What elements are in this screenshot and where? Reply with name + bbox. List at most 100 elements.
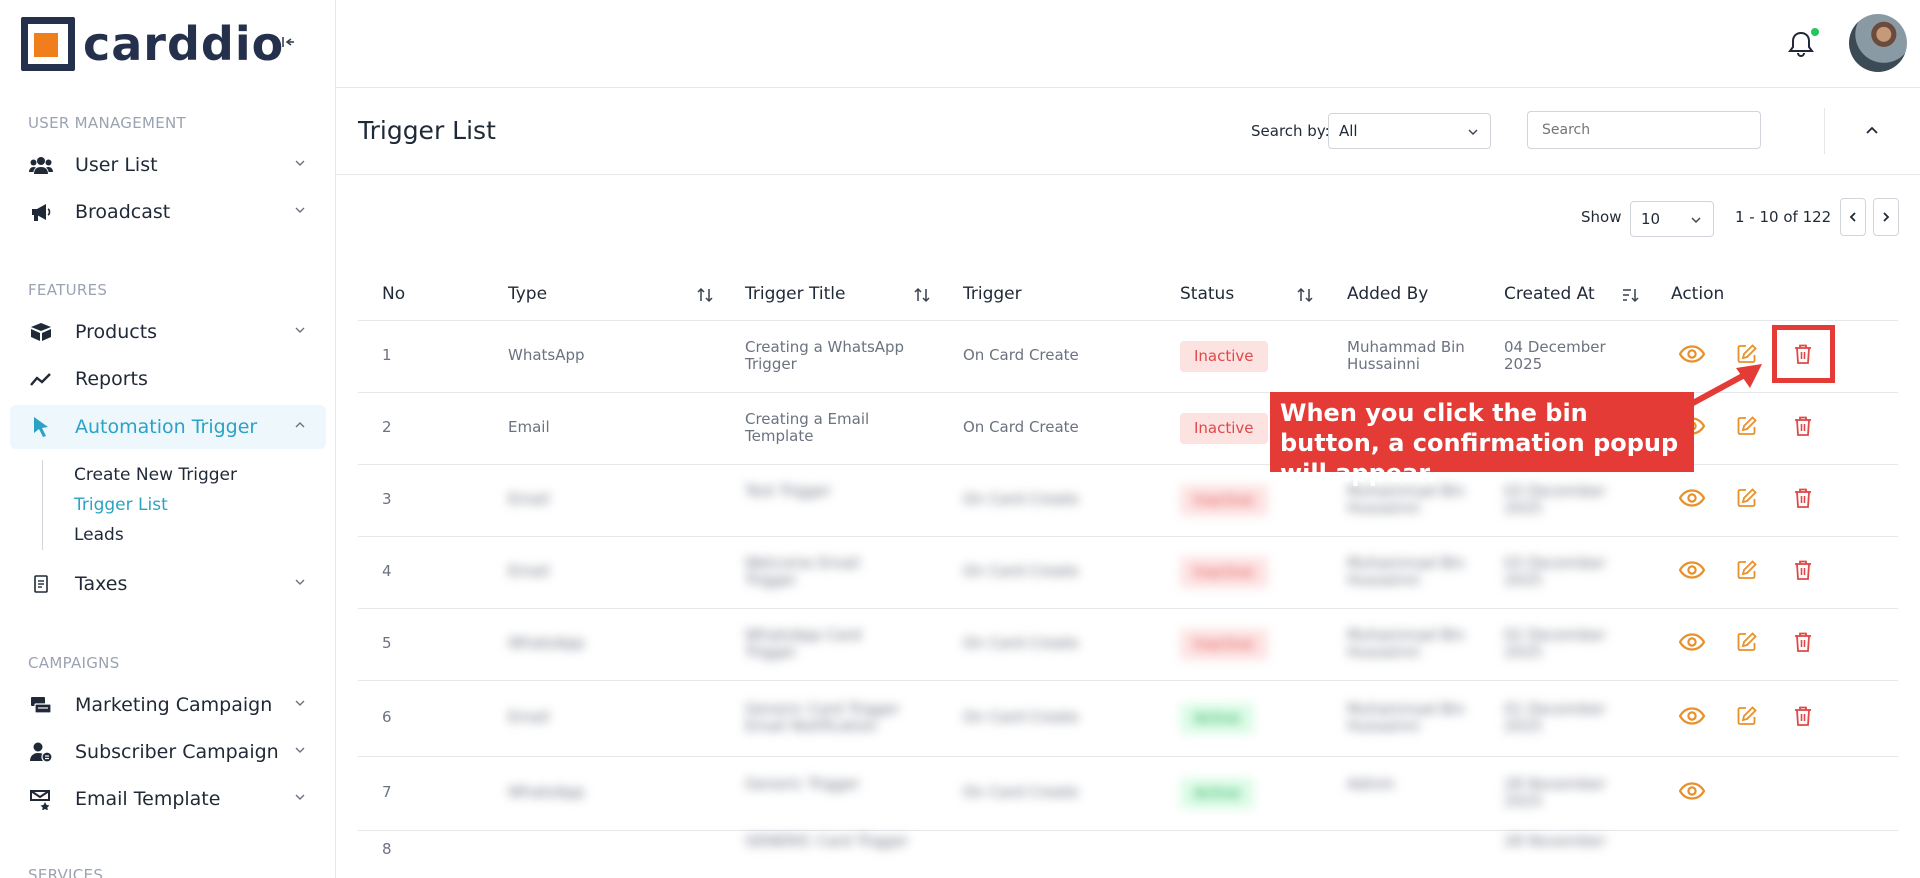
sidebar-item-products[interactable]: Products — [10, 310, 326, 354]
edit-icon — [1736, 631, 1758, 657]
receipt-icon — [28, 573, 54, 595]
status-badge: Inactive — [1180, 557, 1268, 588]
cell-created-at: 02 December 2025 — [1504, 626, 1606, 661]
cell-trigger: On Card Create — [963, 783, 1079, 801]
app: carddio USER MANAGEMENT User List Broadc… — [0, 0, 1920, 878]
sidebar-item-label: Taxes — [75, 573, 128, 595]
edit-button[interactable] — [1733, 486, 1761, 514]
avatar[interactable] — [1849, 14, 1907, 72]
sidebar-item-label: Email Template — [75, 788, 221, 810]
column-header-created-at[interactable]: Created At — [1504, 284, 1595, 304]
sidebar-item-label: Products — [75, 321, 158, 343]
section-title-features: FEATURES — [28, 281, 108, 299]
delete-button[interactable] — [1789, 414, 1817, 442]
cell-no: 4 — [382, 562, 392, 580]
eye-icon — [1678, 489, 1706, 511]
cursor-icon — [28, 416, 54, 438]
view-button[interactable] — [1678, 630, 1706, 658]
sort-icon[interactable] — [1296, 286, 1314, 304]
logo-mark-icon — [21, 17, 75, 71]
cell-no: 2 — [382, 418, 392, 436]
sidebar-item-label: Broadcast — [75, 201, 171, 223]
subnav-item-leads[interactable]: Leads — [43, 520, 237, 550]
section-title-user-management: USER MANAGEMENT — [28, 114, 186, 132]
subnav-item-create-new-trigger[interactable]: Create New Trigger — [43, 460, 237, 490]
box-icon — [28, 321, 54, 343]
view-button[interactable] — [1678, 704, 1706, 732]
status-badge: Inactive — [1180, 413, 1268, 444]
cell-trigger: On Card Create — [963, 708, 1079, 726]
column-header-added-by: Added By — [1347, 284, 1429, 304]
sort-icon[interactable] — [696, 286, 714, 304]
column-header-action: Action — [1671, 284, 1725, 304]
cell-no: 5 — [382, 634, 392, 652]
edit-button[interactable] — [1733, 704, 1761, 732]
prev-page-button[interactable] — [1840, 198, 1866, 236]
next-page-button[interactable] — [1873, 198, 1899, 236]
cell-trigger-title: Welcome Email Trigger — [745, 554, 860, 589]
sort-icon[interactable] — [913, 286, 931, 304]
column-header-type[interactable]: Type — [508, 284, 547, 304]
sidebar-item-subscriber-campaign[interactable]: Subscriber Campaign — [10, 730, 326, 774]
view-button[interactable] — [1678, 558, 1706, 586]
trash-icon — [1793, 487, 1813, 513]
delete-button[interactable] — [1789, 558, 1817, 586]
status-badge: Inactive — [1180, 341, 1268, 372]
chevron-down-icon — [295, 579, 305, 585]
chevron-up-icon[interactable] — [1864, 122, 1880, 138]
automation-trigger-subnav: Create New Trigger Trigger List Leads — [42, 460, 237, 550]
sidebar-item-automation-trigger[interactable]: Automation Trigger — [10, 405, 326, 449]
cell-created-at: 01 December 2025 — [1504, 700, 1606, 735]
delete-button[interactable] — [1789, 704, 1817, 732]
page-size-select[interactable]: 10 — [1630, 201, 1714, 237]
row-divider — [358, 320, 1898, 321]
show-label: Show — [1581, 208, 1622, 226]
cell-created-at: 28 November 2025 — [1504, 775, 1606, 810]
cell-created-at: 28 November — [1504, 832, 1606, 850]
subnav-item-trigger-list[interactable]: Trigger List — [43, 490, 237, 520]
edit-button[interactable] — [1733, 630, 1761, 658]
sidebar-item-broadcast[interactable]: Broadcast — [10, 190, 326, 234]
view-button[interactable] — [1678, 486, 1706, 514]
sidebar-item-label: Reports — [75, 368, 148, 390]
cell-created-at: 03 December 2025 — [1504, 554, 1606, 589]
view-button[interactable] — [1678, 779, 1706, 807]
chevron-down-icon — [295, 700, 305, 706]
section-title-services: SERVICES — [28, 866, 104, 878]
cell-trigger: On Card Create — [963, 490, 1079, 508]
status-badge: Inactive — [1180, 629, 1268, 660]
pagination-range: 1 - 10 of 122 — [1735, 208, 1832, 226]
eye-icon — [1678, 633, 1706, 655]
section-title-campaigns: CAMPAIGNS — [28, 654, 120, 672]
sidebar-item-label: Marketing Campaign — [75, 694, 273, 716]
cell-trigger-title: Test Trigger — [745, 482, 832, 500]
column-header-trigger-title[interactable]: Trigger Title — [745, 284, 845, 304]
search-input[interactable] — [1527, 111, 1761, 149]
sidebar-item-taxes[interactable]: Taxes — [10, 562, 326, 606]
cell-no: 7 — [382, 783, 392, 801]
sidebar-item-label: User List — [75, 154, 158, 176]
row-divider — [358, 608, 1898, 609]
cell-added-by: Muhammad Bin Hussainni — [1347, 554, 1465, 589]
cell-trigger-title: GENERIC Card Trigger — [745, 832, 909, 850]
search-by-select[interactable]: All — [1328, 113, 1491, 149]
cell-type: Email — [508, 708, 550, 726]
column-header-status[interactable]: Status — [1180, 284, 1234, 304]
sidebar-item-email-template[interactable]: Email Template — [10, 777, 326, 821]
sort-desc-icon[interactable] — [1621, 286, 1639, 304]
trash-icon — [1793, 631, 1813, 657]
logo[interactable]: carddio — [21, 17, 284, 71]
trash-icon — [1793, 705, 1813, 731]
delete-button[interactable] — [1789, 486, 1817, 514]
sidebar-item-reports[interactable]: Reports — [10, 357, 326, 401]
collapse-sidebar-icon[interactable] — [280, 34, 296, 54]
edit-button[interactable] — [1733, 558, 1761, 586]
chevron-down-icon — [295, 794, 305, 800]
sidebar-item-user-list[interactable]: User List — [10, 143, 326, 187]
delete-button[interactable] — [1789, 630, 1817, 658]
column-header-trigger: Trigger — [963, 284, 1022, 304]
sidebar-item-marketing-campaign[interactable]: Marketing Campaign — [10, 683, 326, 727]
users-icon — [28, 154, 54, 176]
cell-no: 1 — [382, 346, 392, 364]
cell-type: Email — [508, 418, 550, 436]
